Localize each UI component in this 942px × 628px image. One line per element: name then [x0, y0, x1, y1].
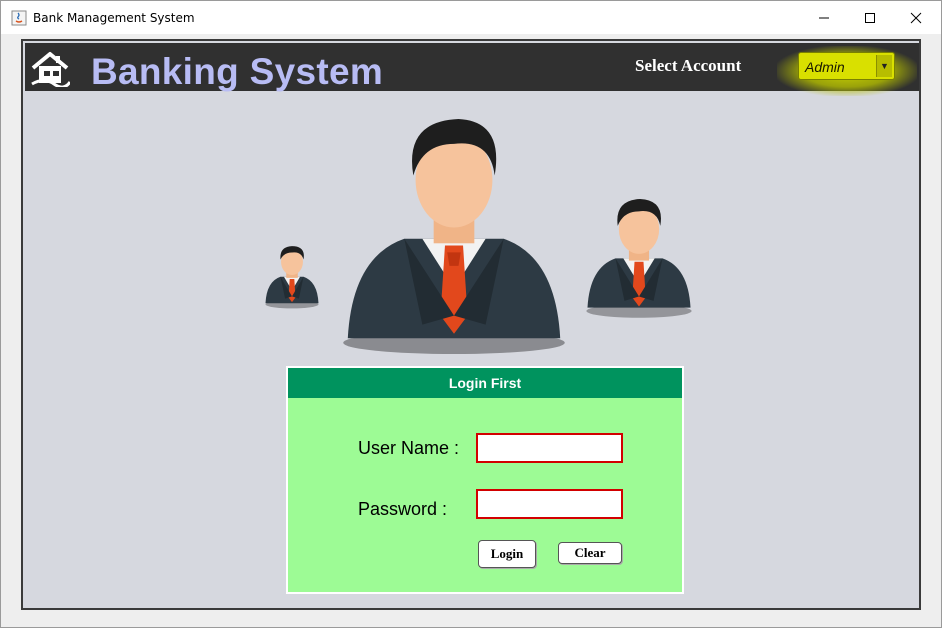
user-icon	[586, 199, 692, 318]
username-input[interactable]	[478, 435, 621, 461]
maximize-button[interactable]	[847, 1, 893, 34]
login-panel: Login First User Name : Password : Login…	[286, 366, 684, 594]
clear-button[interactable]: Clear	[558, 542, 622, 564]
username-field[interactable]	[476, 433, 623, 463]
account-select[interactable]: Admin ▼	[798, 52, 895, 80]
maximize-icon	[865, 12, 875, 23]
login-heading-bar: Login First	[288, 368, 682, 398]
main-panel: Banking System Select Account Admin ▼ Lo…	[21, 39, 921, 610]
minimize-button[interactable]	[801, 1, 847, 34]
app-window: Bank Management System Banking System Se…	[0, 0, 942, 628]
password-label: Password :	[358, 499, 448, 519]
user-icon	[265, 246, 319, 309]
select-account-label: Select Account	[635, 56, 742, 75]
window-title: Bank Management System	[33, 11, 195, 25]
app-title: Banking System	[91, 51, 384, 92]
header-bar: Banking System Select Account Admin ▼	[25, 43, 919, 96]
account-select-value: Admin	[805, 59, 845, 75]
java-app-icon	[11, 10, 27, 26]
user-icon	[343, 119, 565, 355]
login-button[interactable]: Login	[478, 540, 536, 568]
password-input[interactable]	[478, 491, 621, 517]
minimize-icon	[819, 17, 829, 18]
close-icon	[910, 12, 922, 23]
title-bar: Bank Management System	[1, 1, 941, 34]
home-icon	[31, 52, 70, 87]
username-label: User Name :	[358, 438, 460, 458]
login-heading: Login First	[448, 375, 522, 391]
password-field[interactable]	[476, 489, 623, 519]
chevron-down-icon[interactable]: ▼	[876, 55, 892, 77]
close-button[interactable]	[893, 1, 939, 34]
